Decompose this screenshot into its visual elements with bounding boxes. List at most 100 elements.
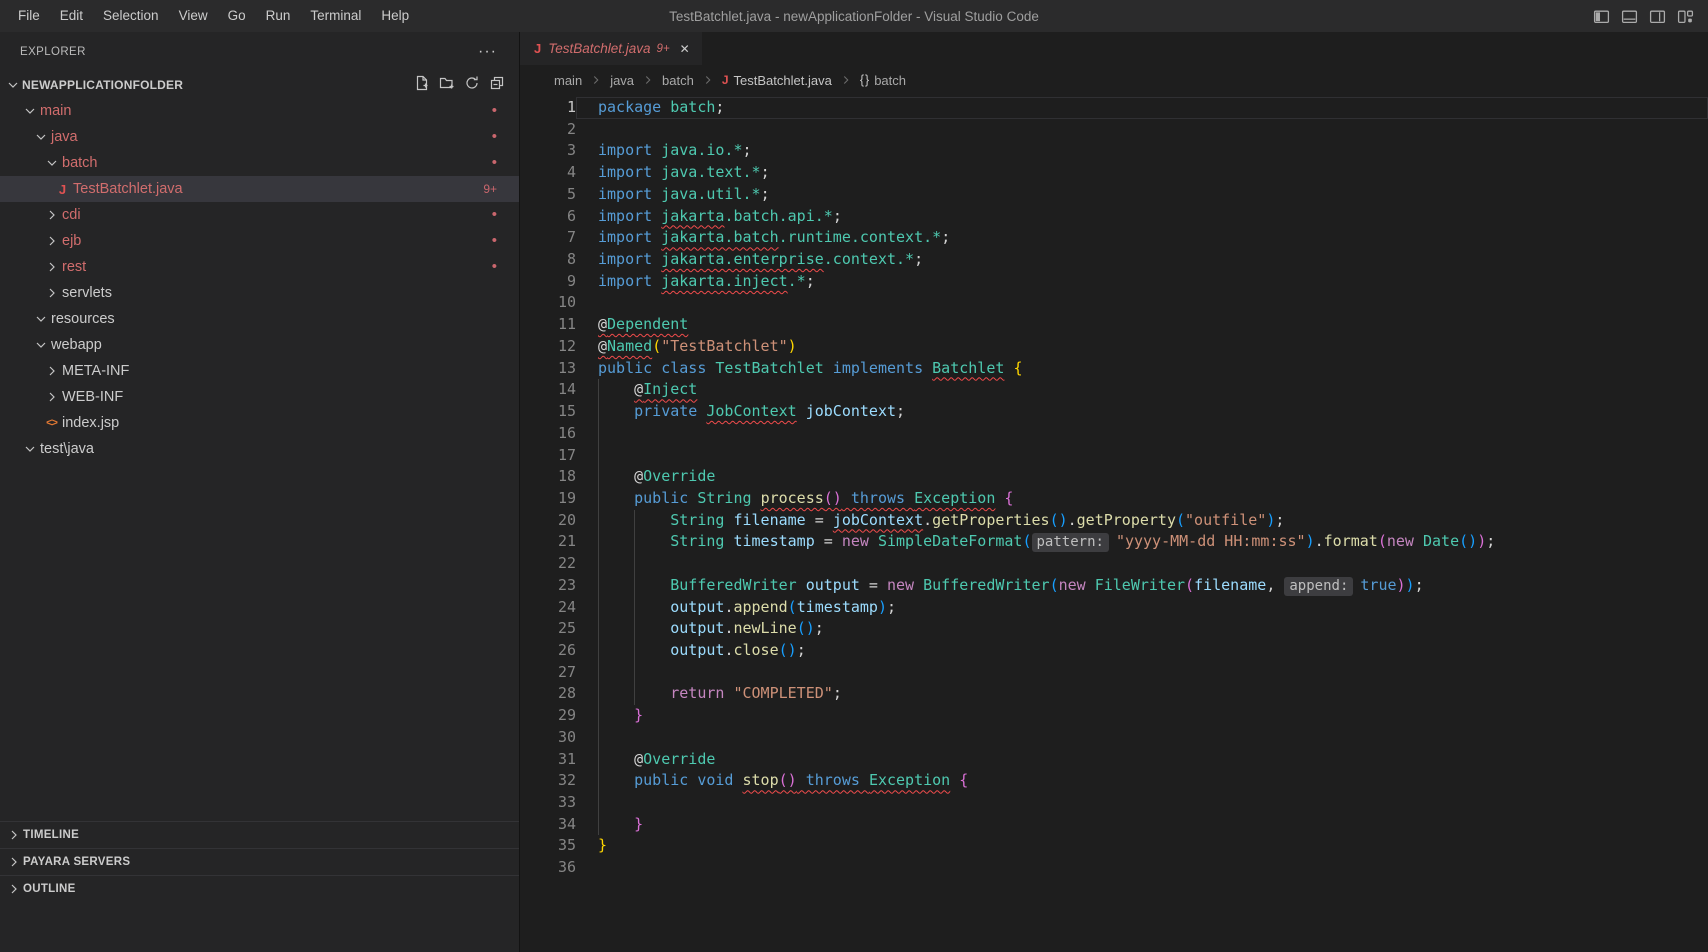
new-file-icon[interactable]: [414, 75, 430, 96]
code-line-26[interactable]: 26 output.close();: [520, 640, 1708, 662]
breadcrumb-item-batch[interactable]: {}batch: [860, 73, 906, 88]
code-line-1[interactable]: 1package batch;: [520, 97, 1708, 119]
menu-edit[interactable]: Edit: [50, 0, 93, 32]
code-line-32[interactable]: 32 public void stop() throws Exception {: [520, 770, 1708, 792]
menu-terminal[interactable]: Terminal: [300, 0, 371, 32]
code-token: append: [733, 598, 787, 616]
tree-item-index-jsp[interactable]: <>index.jsp: [0, 410, 519, 436]
indent-guide: [598, 792, 599, 814]
new-folder-icon[interactable]: [439, 75, 455, 96]
more-actions-icon[interactable]: ···: [478, 47, 497, 57]
code-line-20[interactable]: 20 String filename = jobContext.getPrope…: [520, 510, 1708, 532]
problems-dot-badge: •: [492, 132, 497, 142]
code-line-19[interactable]: 19 public String process() throws Except…: [520, 488, 1708, 510]
breadcrumb-item-java[interactable]: java: [610, 73, 634, 88]
code-line-25[interactable]: 25 output.newLine();: [520, 618, 1708, 640]
project-root-row[interactable]: NEWAPPLICATIONFOLDER: [0, 72, 519, 98]
code-line-16[interactable]: 16: [520, 423, 1708, 445]
menu-file[interactable]: File: [8, 0, 50, 32]
code-line-15[interactable]: 15 private JobContext jobContext;: [520, 401, 1708, 423]
tree-item-java[interactable]: java•: [0, 124, 519, 150]
explorer-header: EXPLORER ···: [0, 32, 519, 72]
code-line-21[interactable]: 21 String timestamp = new SimpleDateForm…: [520, 531, 1708, 553]
code-line-9[interactable]: 9import jakarta.inject.*;: [520, 271, 1708, 293]
code-line-29[interactable]: 29 }: [520, 705, 1708, 727]
menu-go[interactable]: Go: [218, 0, 256, 32]
breadcrumb-item-main[interactable]: main: [554, 73, 582, 88]
indent-guide: [598, 423, 599, 445]
tree-item-test-java[interactable]: test\java: [0, 436, 519, 462]
code-area[interactable]: 1package batch;23import java.io.*;4impor…: [520, 95, 1708, 879]
tab-testbatchlet[interactable]: J TestBatchlet.java 9+ ✕: [520, 32, 702, 65]
line-content: public void stop() throws Exception {: [576, 770, 1708, 792]
code-token: (: [788, 598, 797, 616]
code-line-27[interactable]: 27: [520, 662, 1708, 684]
line-content: }: [576, 835, 1708, 857]
tree-item-resources[interactable]: resources: [0, 306, 519, 332]
line-number: 14: [520, 379, 576, 401]
code-line-2[interactable]: 2: [520, 119, 1708, 141]
code-line-18[interactable]: 18 @Override: [520, 466, 1708, 488]
line-number: 13: [520, 358, 576, 380]
toggle-primary-sidebar-icon[interactable]: [1593, 8, 1610, 25]
customize-layout-icon[interactable]: [1677, 8, 1694, 25]
code-line-3[interactable]: 3import java.io.*;: [520, 140, 1708, 162]
code-line-28[interactable]: 28 return "COMPLETED";: [520, 683, 1708, 705]
code-line-5[interactable]: 5import java.util.*;: [520, 184, 1708, 206]
tree-item-servlets[interactable]: servlets: [0, 280, 519, 306]
refresh-icon[interactable]: [464, 75, 480, 96]
code-line-22[interactable]: 22: [520, 553, 1708, 575]
section-timeline[interactable]: TIMELINE: [0, 821, 519, 848]
code-line-8[interactable]: 8import jakarta.enterprise.context.*;: [520, 249, 1708, 271]
tree-item-label: cdi: [62, 207, 81, 223]
toggle-panel-icon[interactable]: [1621, 8, 1638, 25]
tree-item-label: main: [40, 103, 71, 119]
close-icon[interactable]: ✕: [680, 42, 690, 56]
tree-item-main[interactable]: main•: [0, 98, 519, 124]
menu-selection[interactable]: Selection: [93, 0, 169, 32]
code-line-36[interactable]: 36: [520, 857, 1708, 879]
code-token: newLine: [733, 619, 796, 637]
code-line-35[interactable]: 35}: [520, 835, 1708, 857]
code-token: new: [887, 576, 923, 594]
code-line-31[interactable]: 31 @Override: [520, 749, 1708, 771]
code-line-4[interactable]: 4import java.text.*;: [520, 162, 1708, 184]
menu-view[interactable]: View: [169, 0, 218, 32]
code-line-23[interactable]: 23 BufferedWriter output = new BufferedW…: [520, 575, 1708, 597]
line-number: 21: [520, 531, 576, 553]
code-line-10[interactable]: 10: [520, 292, 1708, 314]
code-token: ;: [715, 98, 724, 116]
code-token: (: [1378, 532, 1387, 550]
breadcrumb-item-testbatchlet-java[interactable]: JTestBatchlet.java: [722, 73, 832, 88]
indent-guide: [598, 466, 599, 488]
tree-item-cdi[interactable]: cdi•: [0, 202, 519, 228]
code-line-24[interactable]: 24 output.append(timestamp);: [520, 597, 1708, 619]
code-line-17[interactable]: 17: [520, 445, 1708, 467]
code-line-11[interactable]: 11@Dependent: [520, 314, 1708, 336]
code-line-12[interactable]: 12@Named("TestBatchlet"): [520, 336, 1708, 358]
code-token: Override: [643, 467, 715, 485]
menu-run[interactable]: Run: [256, 0, 301, 32]
code-line-6[interactable]: 6import jakarta.batch.api.*;: [520, 206, 1708, 228]
code-token: "yyyy-MM-dd HH:mm:ss": [1116, 532, 1306, 550]
tree-item-webapp[interactable]: webapp: [0, 332, 519, 358]
collapse-all-icon[interactable]: [489, 75, 505, 96]
code-line-34[interactable]: 34 }: [520, 814, 1708, 836]
tree-item-meta-inf[interactable]: META-INF: [0, 358, 519, 384]
line-content: [576, 727, 1708, 749]
menu-help[interactable]: Help: [371, 0, 419, 32]
code-line-13[interactable]: 13public class TestBatchlet implements B…: [520, 358, 1708, 380]
code-line-30[interactable]: 30: [520, 727, 1708, 749]
breadcrumb-item-batch[interactable]: batch: [662, 73, 694, 88]
section-outline[interactable]: OUTLINE: [0, 875, 519, 902]
tree-item-ejb[interactable]: ejb•: [0, 228, 519, 254]
section-payara-servers[interactable]: PAYARA SERVERS: [0, 848, 519, 875]
tree-item-testbatchlet-java[interactable]: JTestBatchlet.java9+: [0, 176, 519, 202]
toggle-secondary-sidebar-icon[interactable]: [1649, 8, 1666, 25]
code-line-14[interactable]: 14 @Inject: [520, 379, 1708, 401]
tree-item-rest[interactable]: rest•: [0, 254, 519, 280]
code-line-33[interactable]: 33: [520, 792, 1708, 814]
tree-item-web-inf[interactable]: WEB-INF: [0, 384, 519, 410]
tree-item-batch[interactable]: batch•: [0, 150, 519, 176]
code-line-7[interactable]: 7import jakarta.batch.runtime.context.*;: [520, 227, 1708, 249]
